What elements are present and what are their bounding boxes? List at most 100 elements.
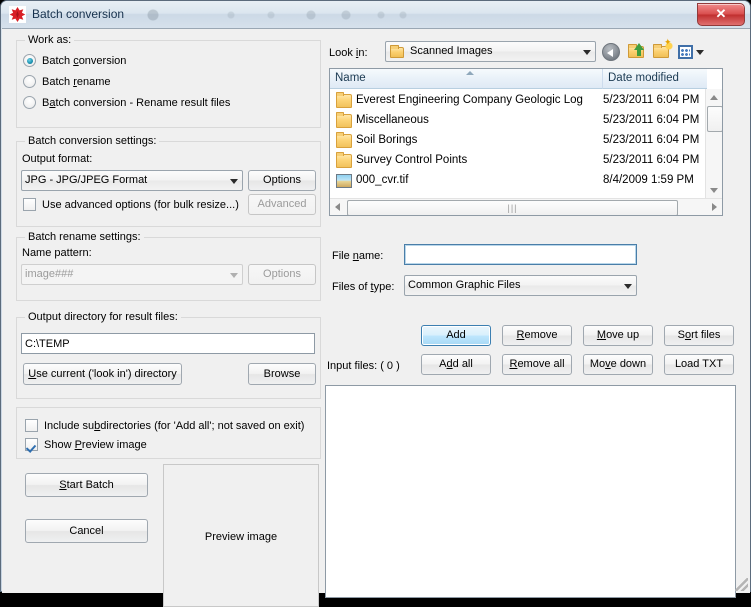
work-as-group: Work as: Batch conversion Batch rename B… xyxy=(16,40,321,128)
batch-conversion-window: Batch conversion ✕ Work as: Batch conver… xyxy=(0,0,751,592)
file-date: 5/23/2011 6:04 PM xyxy=(603,91,699,109)
radio-label-batch-conversion-rename: Batch conversion - Rename result files xyxy=(42,97,230,109)
file-name-label: File name: xyxy=(332,250,383,262)
file-list-horizontal-scrollbar[interactable]: ||| xyxy=(330,198,722,215)
scroll-left-button[interactable] xyxy=(330,199,346,215)
remove-all-button[interactable]: Remove all xyxy=(502,354,572,375)
column-header-name[interactable]: Name xyxy=(330,69,603,89)
output-directory-input[interactable]: C:\TEMP xyxy=(21,333,315,354)
irfanview-icon xyxy=(9,6,26,23)
move-down-button[interactable]: Move down xyxy=(583,354,653,375)
batch-rename-settings-group: Batch rename settings: Name pattern: ima… xyxy=(16,237,321,301)
file-name-input[interactable] xyxy=(404,244,637,265)
move-up-button[interactable]: Move up xyxy=(583,325,653,346)
up-one-level-icon[interactable] xyxy=(627,42,647,62)
include-subdirectories-checkbox[interactable] xyxy=(25,419,38,432)
look-in-label: Look in: xyxy=(329,47,368,59)
folder-icon xyxy=(336,94,352,108)
radio-batch-conversion[interactable] xyxy=(23,54,36,67)
back-icon[interactable] xyxy=(601,42,621,62)
client-area: Work as: Batch conversion Batch rename B… xyxy=(2,28,750,593)
file-row[interactable]: Miscellaneous 5/23/2011 6:04 PM xyxy=(330,111,707,129)
chevron-down-icon xyxy=(230,179,238,184)
files-of-type-combo[interactable]: Common Graphic Files xyxy=(404,275,637,296)
file-row[interactable]: Soil Borings 5/23/2011 6:04 PM xyxy=(330,131,707,149)
new-folder-icon[interactable] xyxy=(652,42,672,62)
image-file-icon xyxy=(336,174,352,188)
file-name: Miscellaneous xyxy=(356,111,429,129)
file-date: 8/4/2009 1:59 PM xyxy=(603,171,694,189)
sort-files-button[interactable]: Sort files xyxy=(664,325,734,346)
misc-options-group: Include subdirectories (for 'Add all'; n… xyxy=(16,407,321,459)
show-preview-label: Show Preview image xyxy=(44,439,147,451)
look-in-value: Scanned Images xyxy=(410,45,493,57)
close-button[interactable]: ✕ xyxy=(697,3,745,26)
radio-label-batch-conversion: Batch conversion xyxy=(42,55,126,67)
file-name: 000_cvr.tif xyxy=(356,171,408,189)
format-options-button[interactable]: Options xyxy=(248,170,316,191)
scroll-thumb[interactable]: ||| xyxy=(347,200,678,216)
batch-conversion-settings-group: Batch conversion settings: Output format… xyxy=(16,141,321,227)
output-format-combo[interactable]: JPG - JPG/JPEG Format xyxy=(21,170,243,191)
add-all-button[interactable]: Add all xyxy=(421,354,491,375)
work-as-group-title: Work as: xyxy=(25,34,74,46)
scroll-up-button[interactable] xyxy=(706,89,722,105)
chevron-down-icon xyxy=(696,50,704,55)
use-advanced-options-checkbox[interactable] xyxy=(23,198,36,211)
files-of-type-label: Files of type: xyxy=(332,281,394,293)
load-txt-button[interactable]: Load TXT xyxy=(664,354,734,375)
start-batch-button[interactable]: Start Batch xyxy=(25,473,148,497)
file-name: Survey Control Points xyxy=(356,151,467,169)
folder-icon xyxy=(336,154,352,168)
chevron-down-icon xyxy=(583,50,591,55)
output-directory-group: Output directory for result files: C:\TE… xyxy=(16,317,321,399)
scroll-thumb-grip: ||| xyxy=(507,203,517,213)
preview-image-box: Preview image xyxy=(163,464,319,607)
input-files-list[interactable] xyxy=(325,385,736,598)
column-header-date-modified[interactable]: Date modified xyxy=(603,69,707,89)
chevron-down-icon xyxy=(230,273,238,278)
file-row[interactable]: Survey Control Points 5/23/2011 6:04 PM xyxy=(330,151,707,169)
name-pattern-label: Name pattern: xyxy=(22,247,92,259)
window-title: Batch conversion xyxy=(32,6,124,23)
radio-label-batch-rename: Batch rename xyxy=(42,76,111,88)
scroll-thumb[interactable] xyxy=(707,106,723,132)
output-format-value: JPG - JPG/JPEG Format xyxy=(25,174,147,186)
file-date: 5/23/2011 6:04 PM xyxy=(603,151,699,169)
rename-settings-title: Batch rename settings: xyxy=(25,231,144,243)
radio-batch-rename[interactable] xyxy=(23,75,36,88)
use-advanced-options-label: Use advanced options (for bulk resize...… xyxy=(42,199,239,211)
use-current-directory-button[interactable]: Use current ('look in') directory xyxy=(23,363,182,385)
sort-ascending-icon xyxy=(466,71,474,75)
include-subdirectories-label: Include subdirectories (for 'Add all'; n… xyxy=(44,420,304,432)
folder-icon xyxy=(336,114,352,128)
resize-grip[interactable] xyxy=(735,578,748,591)
file-row[interactable]: 000_cvr.tif 8/4/2009 1:59 PM xyxy=(330,171,707,189)
file-date: 5/23/2011 6:04 PM xyxy=(603,131,699,149)
radio-batch-conversion-rename[interactable] xyxy=(23,96,36,109)
rename-options-button[interactable]: Options xyxy=(248,264,316,285)
title-bar[interactable]: Batch conversion ✕ xyxy=(1,1,750,28)
cancel-button[interactable]: Cancel xyxy=(25,519,148,543)
file-list[interactable]: Name Date modified Everest Engineering C… xyxy=(329,68,723,216)
look-in-combo[interactable]: Scanned Images xyxy=(385,41,596,62)
add-button[interactable]: Add xyxy=(421,325,491,346)
name-pattern-value: image### xyxy=(25,268,73,280)
output-directory-title: Output directory for result files: xyxy=(25,311,181,323)
conversion-settings-title: Batch conversion settings: xyxy=(25,135,159,147)
show-preview-checkbox[interactable] xyxy=(25,438,38,451)
files-of-type-value: Common Graphic Files xyxy=(408,279,520,291)
preview-placeholder-text: Preview image xyxy=(164,531,318,543)
browse-button[interactable]: Browse xyxy=(248,363,316,385)
views-icon[interactable] xyxy=(678,42,704,62)
remove-button[interactable]: Remove xyxy=(502,325,572,346)
file-row[interactable]: Everest Engineering Company Geologic Log… xyxy=(330,91,707,109)
file-name: Soil Borings xyxy=(356,131,417,149)
file-list-vertical-scrollbar[interactable] xyxy=(705,89,722,198)
aero-glass-backdrop xyxy=(141,6,561,22)
name-pattern-combo[interactable]: image### xyxy=(21,264,243,285)
scroll-down-button[interactable] xyxy=(706,182,722,198)
advanced-button[interactable]: Advanced xyxy=(248,194,316,215)
input-files-count-label: Input files: ( 0 ) xyxy=(327,360,400,372)
scroll-right-button[interactable] xyxy=(706,199,722,215)
